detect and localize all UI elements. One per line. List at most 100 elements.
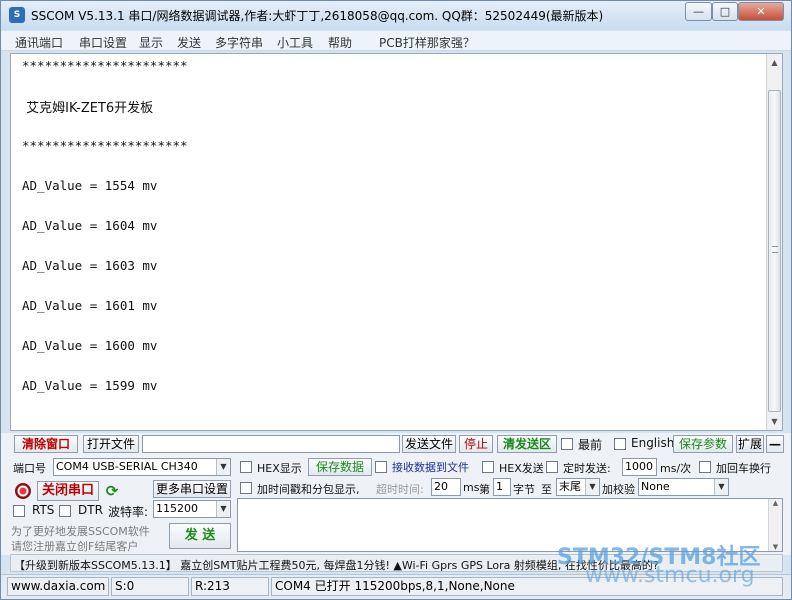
timestamp-checkbox[interactable] — [240, 482, 252, 494]
output-line: ********************** — [22, 138, 188, 153]
scroll-up-icon[interactable]: ▲ — [769, 499, 782, 507]
send-button[interactable]: 发 送 — [169, 523, 231, 549]
scroll-up-icon[interactable]: ▲ — [767, 54, 782, 71]
port-label: 端口号 — [13, 462, 46, 475]
maximize-button[interactable]: □ — [712, 2, 738, 21]
dtr-label: DTR — [78, 503, 103, 517]
output-line: 艾克姆IK-ZET6开发板 — [22, 101, 154, 116]
website-link[interactable]: www.daxia.com — [7, 577, 109, 596]
menu-comm-port[interactable]: 通讯端口 — [15, 34, 63, 51]
byte-prefix: 第 — [479, 483, 490, 496]
menu-tools[interactable]: 小工具 — [277, 34, 313, 51]
expand-button[interactable]: 扩展 — [736, 435, 764, 453]
hex-display-label: HEX显示 — [257, 462, 302, 475]
clear-send-area-button[interactable]: 清发送区 — [497, 435, 557, 453]
topmost-checkbox[interactable] — [561, 438, 573, 450]
ticker-text: 【升级到新版本SSCOM5.13.1】 嘉立创SMT贴片工程费50元, 每焊盘1… — [14, 559, 659, 572]
checksum-select[interactable]: None ▼ — [638, 478, 729, 496]
output-line: AD_Value = 1604 mv — [22, 218, 158, 233]
close-button[interactable]: ✕ — [738, 2, 784, 21]
promo-line-2: 请您注册嘉立创F结尾客户 — [11, 540, 139, 553]
minimize-button[interactable]: — — [685, 2, 712, 21]
output-line: ********************** — [22, 58, 188, 73]
rts-checkbox[interactable] — [13, 505, 25, 517]
recv-to-file-checkbox[interactable] — [375, 461, 387, 473]
menu-send[interactable]: 发送 — [177, 34, 201, 51]
menu-multi-string[interactable]: 多字符串 — [215, 34, 263, 51]
byte-suffix: 字节 — [513, 483, 535, 496]
tail-value: 末尾 — [559, 480, 581, 493]
save-data-button[interactable]: 保存数据 — [308, 458, 372, 476]
more-serial-settings-button[interactable]: 更多串口设置 — [153, 480, 231, 498]
timeout-unit: ms — [463, 481, 480, 494]
chevron-down-icon: ▼ — [585, 479, 599, 495]
interval-unit: ms/次 — [660, 462, 692, 475]
timed-send-checkbox[interactable] — [546, 461, 558, 473]
open-file-button[interactable]: 打开文件 — [83, 435, 139, 453]
topmost-label: 最前 — [578, 438, 603, 452]
menu-bar: 通讯端口 串口设置 显示 发送 多字符串 小工具 帮助 PCB打样那家强？ — [1, 31, 791, 51]
baud-value: 115200 — [156, 502, 198, 515]
hex-send-label: HEX发送 — [499, 462, 544, 475]
rts-label: RTS — [32, 503, 55, 517]
timestamp-label: 加时间戳和分包显示, — [257, 483, 360, 496]
timeout-label: 超时时间: — [376, 483, 424, 496]
stop-button[interactable]: 停止 — [459, 435, 493, 453]
interval-input[interactable]: 1000 — [622, 458, 657, 476]
output-line: AD_Value = 1603 mv — [22, 258, 158, 273]
chevron-down-icon: ▼ — [216, 501, 230, 517]
sscom-window: S SSCOM V5.13.1 串口/网络数据调试器,作者:大虾丁丁,26180… — [0, 0, 792, 600]
sent-count: S:0 — [111, 577, 189, 596]
send-file-button[interactable]: 发送文件 — [402, 435, 456, 453]
title-bar: S SSCOM V5.13.1 串口/网络数据调试器,作者:大虾丁丁,26180… — [1, 1, 791, 30]
file-path-input[interactable] — [142, 435, 400, 453]
received-count: R:213 — [191, 577, 269, 596]
window-title: SSCOM V5.13.1 串口/网络数据调试器,作者:大虾丁丁,2618058… — [31, 9, 604, 23]
checksum-label: 加校验 — [602, 483, 635, 496]
baud-rate-select[interactable]: 115200 ▼ — [153, 500, 231, 518]
output-line: AD_Value = 1599 mv — [22, 378, 158, 393]
to-label: 至 — [541, 483, 552, 496]
refresh-icon[interactable]: ⟳ — [104, 483, 120, 499]
hex-display-checkbox[interactable] — [240, 461, 252, 473]
menu-display[interactable]: 显示 — [139, 34, 163, 51]
receive-output-area[interactable]: ********************** 艾克姆IK-ZET6开发板 ***… — [10, 53, 783, 431]
send-text-area[interactable]: ▲ ▼ — [237, 498, 783, 552]
promo-line-1: 为了更好地发展SSCOM软件 — [11, 525, 150, 538]
send-scrollbar[interactable]: ▲ ▼ — [768, 499, 782, 551]
hex-send-checkbox[interactable] — [482, 461, 494, 473]
close-port-button[interactable]: 关闭串口 — [37, 481, 99, 501]
dtr-checkbox[interactable] — [59, 505, 71, 517]
menu-serial-settings[interactable]: 串口设置 — [79, 34, 127, 51]
status-bar: www.daxia.com S:0 R:213 COM4 已打开 115200b… — [1, 574, 791, 599]
output-scrollbar[interactable]: ▲ ▼ — [766, 54, 782, 430]
checksum-value: None — [641, 480, 670, 493]
english-label: English — [631, 436, 675, 450]
port-state: COM4 已打开 115200bps,8,1,None,None — [271, 577, 783, 596]
port-value: COM4 USB-SERIAL CH340 — [56, 460, 198, 473]
port-select[interactable]: COM4 USB-SERIAL CH340 ▼ — [53, 458, 231, 476]
recv-to-file-label: 接收数据到文件 — [392, 461, 469, 474]
chevron-down-icon: ▼ — [216, 459, 230, 475]
english-checkbox[interactable] — [614, 438, 626, 450]
tail-select[interactable]: 末尾 ▼ — [556, 478, 600, 496]
timeout-input[interactable]: 20 — [431, 478, 461, 496]
port-status-icon — [15, 483, 31, 499]
timed-send-label: 定时发送: — [563, 462, 611, 475]
app-icon: S — [9, 7, 25, 23]
output-line: AD_Value = 1600 mv — [22, 338, 158, 353]
grip-icon — [772, 246, 778, 253]
output-line: AD_Value = 1601 mv — [22, 298, 158, 313]
scroll-down-icon[interactable]: ▼ — [769, 543, 782, 551]
clear-window-button[interactable]: 清除窗口 — [14, 435, 78, 453]
byte-index-input[interactable]: 1 — [493, 478, 511, 496]
save-params-button[interactable]: 保存参数 — [673, 435, 733, 453]
collapse-button[interactable]: — — [766, 435, 784, 453]
news-ticker[interactable]: 【升级到新版本SSCOM5.13.1】 嘉立创SMT贴片工程费50元, 每焊盘1… — [10, 554, 783, 572]
add-crlf-checkbox[interactable] — [699, 461, 711, 473]
scroll-thumb[interactable] — [768, 90, 781, 412]
scroll-down-icon[interactable]: ▼ — [767, 413, 782, 430]
menu-pcb-promo[interactable]: PCB打样那家强？ — [379, 34, 475, 51]
menu-help[interactable]: 帮助 — [328, 34, 352, 51]
baud-label: 波特率: — [108, 505, 149, 519]
